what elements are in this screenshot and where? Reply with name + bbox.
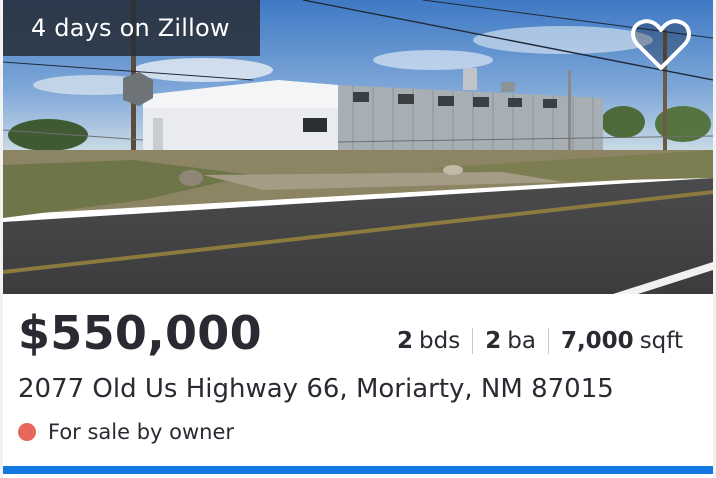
status-text: For sale by owner [48, 420, 235, 444]
listing-info[interactable]: $550,000 2 bds 2 ba 7,000 sqft 2077 Old … [3, 294, 713, 466]
facts-divider [547, 328, 549, 354]
beds-unit: bds [419, 328, 461, 354]
sqft-unit: sqft [639, 328, 683, 354]
save-home-button[interactable] [628, 16, 694, 76]
baths-count: 2 [485, 328, 502, 354]
heart-outline-icon [631, 19, 691, 70]
listing-price: $550,000 [18, 306, 262, 360]
facts-divider [472, 328, 474, 354]
days-on-zillow-badge: 4 days on Zillow [3, 0, 260, 56]
listing-status: For sale by owner [18, 420, 234, 444]
sqft-count: 7,000 [560, 328, 634, 354]
listing-address: 2077 Old Us Highway 66, Moriarty, NM 870… [18, 374, 614, 404]
baths-unit: ba [507, 328, 536, 354]
listing-facts: 2 bds 2 ba 7,000 sqft [397, 328, 683, 354]
listing-card[interactable]: 4 days on Zillow $550,000 2 bds 2 ba 7,0… [0, 0, 716, 478]
beds-count: 2 [397, 328, 414, 354]
status-dot-icon [18, 423, 36, 441]
card-accent-bar [3, 466, 713, 474]
